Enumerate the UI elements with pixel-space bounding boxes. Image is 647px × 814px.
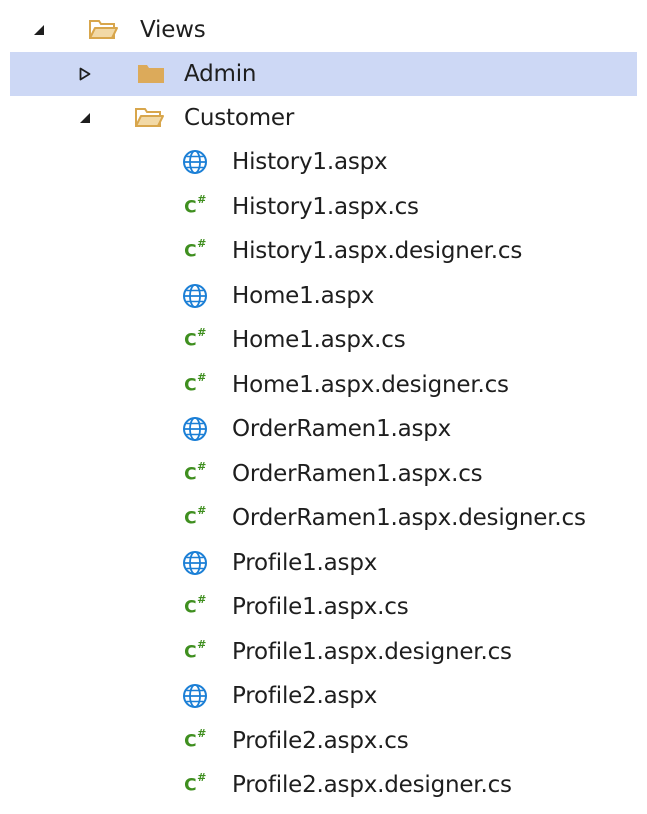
web-page-icon: [180, 549, 210, 577]
tree-node-label: Profile2.aspx: [232, 683, 378, 709]
tree-node-file[interactable]: History1.aspx: [10, 140, 637, 184]
csharp-glyph: C#: [184, 504, 206, 529]
tree-node-customer[interactable]: Customer: [10, 96, 637, 140]
csharp-file-icon: C#: [180, 193, 210, 221]
tree-node-label: Profile1.aspx: [232, 549, 378, 576]
tree-node-label: History1.aspx: [232, 149, 388, 175]
tree-node-file[interactable]: C# Profile1.aspx.cs: [10, 585, 637, 629]
tree-node-file[interactable]: C# OrderRamen1.aspx.designer.cs: [10, 496, 637, 540]
csharp-file-icon: C#: [180, 771, 210, 799]
web-page-icon: [180, 148, 210, 176]
tree-node-file[interactable]: C# Home1.aspx.designer.cs: [10, 363, 637, 407]
tree-node-label: OrderRamen1.aspx.designer.cs: [232, 505, 586, 531]
csharp-glyph: C#: [184, 370, 206, 396]
tree-node-file[interactable]: C# Profile2.aspx.designer.cs: [10, 763, 637, 807]
solution-explorer-tree: Views Admin Customer History1.aspx C# Hi…: [0, 0, 647, 814]
tree-node-file[interactable]: Profile2.aspx: [10, 674, 637, 718]
tree-node-file[interactable]: C# History1.aspx.cs: [10, 185, 637, 229]
tree-node-label: Home1.aspx.designer.cs: [232, 371, 509, 398]
tree-node-label: Profile2.aspx.cs: [232, 727, 409, 754]
web-page-icon: [180, 682, 210, 710]
tree-node-label: Home1.aspx.cs: [232, 327, 406, 353]
csharp-file-icon: C#: [180, 638, 210, 666]
csharp-file-icon: C#: [180, 504, 210, 532]
csharp-file-icon: C#: [180, 326, 210, 354]
tree-node-label: History1.aspx.designer.cs: [232, 238, 523, 264]
folder-open-icon: [134, 104, 164, 132]
csharp-glyph: C#: [184, 192, 206, 218]
web-page-icon: [180, 415, 210, 443]
csharp-file-icon: C#: [180, 593, 210, 621]
expanded-arrow-icon[interactable]: [78, 111, 92, 125]
tree-node-views[interactable]: Views: [10, 8, 637, 52]
tree-node-label: Views: [140, 17, 206, 43]
csharp-glyph: C#: [184, 771, 206, 796]
folder-closed-icon: [136, 60, 166, 88]
csharp-glyph: C#: [184, 237, 206, 262]
tree-node-file[interactable]: C# Home1.aspx.cs: [10, 318, 637, 362]
tree-node-label: Customer: [184, 105, 295, 131]
collapsed-arrow-icon[interactable]: [78, 67, 92, 81]
csharp-glyph: C#: [184, 459, 206, 485]
csharp-file-icon: C#: [180, 237, 210, 265]
csharp-glyph: C#: [184, 593, 206, 618]
tree-node-file[interactable]: C# Profile2.aspx.cs: [10, 719, 637, 763]
csharp-glyph: C#: [184, 637, 206, 663]
web-page-icon: [180, 282, 210, 310]
tree-node-label: OrderRamen1.aspx.cs: [232, 460, 483, 487]
csharp-file-icon: C#: [180, 460, 210, 488]
tree-node-file[interactable]: C# OrderRamen1.aspx.cs: [10, 452, 637, 496]
folder-open-icon: [88, 16, 118, 44]
tree-node-label: Profile1.aspx.designer.cs: [232, 638, 512, 665]
expanded-arrow-icon[interactable]: [32, 23, 46, 37]
tree-node-file[interactable]: Home1.aspx: [10, 274, 637, 318]
tree-node-file[interactable]: Profile1.aspx: [10, 541, 637, 585]
tree-node-label: Profile1.aspx.cs: [232, 594, 409, 620]
tree-node-label: Profile2.aspx.designer.cs: [232, 772, 512, 798]
csharp-file-icon: C#: [180, 727, 210, 755]
tree-node-file[interactable]: C# History1.aspx.designer.cs: [10, 229, 637, 273]
tree-node-label: OrderRamen1.aspx: [232, 416, 452, 442]
csharp-file-icon: C#: [180, 371, 210, 399]
tree-node-label: Home1.aspx: [232, 282, 375, 309]
tree-node-file[interactable]: OrderRamen1.aspx: [10, 407, 637, 451]
csharp-glyph: C#: [184, 326, 206, 351]
tree-node-file[interactable]: C# Profile1.aspx.designer.cs: [10, 630, 637, 674]
tree-node-label: Admin: [184, 61, 257, 87]
tree-node-label: History1.aspx.cs: [232, 193, 419, 220]
tree-node-admin[interactable]: Admin: [10, 52, 637, 96]
csharp-glyph: C#: [184, 726, 206, 752]
